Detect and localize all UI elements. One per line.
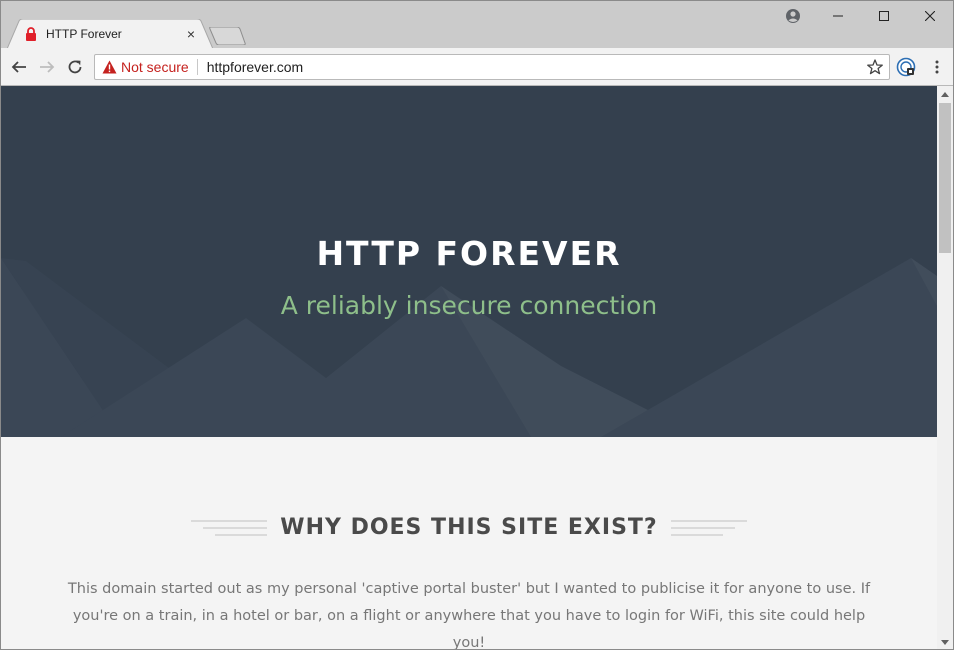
section-heading-row: WHY DOES THIS SITE EXIST? bbox=[1, 515, 937, 547]
hero-title: HTTP FOREVER bbox=[316, 234, 622, 273]
heading-right-decoration bbox=[671, 520, 747, 536]
triangle-up-icon bbox=[941, 91, 949, 97]
hero-subtitle: A reliably insecure connection bbox=[280, 291, 658, 320]
extension-icon[interactable] bbox=[896, 57, 916, 77]
warning-icon[interactable] bbox=[101, 59, 117, 75]
scroll-up-button[interactable] bbox=[937, 86, 953, 102]
close-icon bbox=[925, 11, 935, 21]
profile-button[interactable] bbox=[779, 4, 807, 28]
close-window-button[interactable] bbox=[907, 1, 953, 31]
forward-button[interactable] bbox=[35, 55, 59, 79]
arrow-left-icon bbox=[11, 61, 26, 73]
maximize-button[interactable] bbox=[861, 1, 907, 31]
scrollbar-thumb[interactable] bbox=[939, 103, 951, 253]
section-body-text: This domain started out as my personal '… bbox=[67, 581, 871, 650]
more-vertical-icon bbox=[935, 60, 939, 74]
window-controls bbox=[815, 1, 953, 31]
tab-strip: HTTP Forever × bbox=[1, 1, 953, 49]
tab-content[interactable]: HTTP Forever × bbox=[21, 20, 205, 48]
page-viewport: HTTP FOREVER A reliably insecure connect… bbox=[1, 86, 937, 650]
minimize-button[interactable] bbox=[815, 1, 861, 31]
url-text[interactable]: httpforever.com bbox=[207, 59, 865, 75]
browser-toolbar: Not secure httpforever.com bbox=[1, 48, 953, 86]
why-section: WHY DOES THIS SITE EXIST? This domain st… bbox=[1, 437, 937, 650]
profile-icon bbox=[786, 9, 800, 23]
browser-window: HTTP Forever × Not secure httpforever.co… bbox=[0, 0, 954, 650]
hero-banner: HTTP FOREVER A reliably insecure connect… bbox=[1, 86, 937, 437]
reload-icon bbox=[68, 60, 82, 74]
arrow-right-icon bbox=[40, 61, 55, 73]
triangle-down-icon bbox=[941, 639, 949, 645]
reload-button[interactable] bbox=[63, 55, 87, 79]
bookmark-star-icon[interactable] bbox=[865, 57, 885, 77]
lock-icon bbox=[24, 26, 38, 42]
vertical-scrollbar[interactable] bbox=[937, 86, 953, 649]
tab-close-button[interactable]: × bbox=[183, 26, 199, 42]
section-heading: WHY DOES THIS SITE EXIST? bbox=[280, 515, 658, 540]
scroll-down-button[interactable] bbox=[937, 634, 953, 649]
security-status-label[interactable]: Not secure bbox=[121, 59, 197, 75]
minimize-icon bbox=[833, 15, 843, 17]
new-tab-button[interactable] bbox=[209, 27, 247, 45]
address-bar[interactable]: Not secure httpforever.com bbox=[94, 54, 890, 80]
browser-menu-button[interactable] bbox=[927, 57, 947, 77]
maximize-icon bbox=[879, 11, 889, 21]
tab-title: HTTP Forever bbox=[46, 27, 122, 41]
omnibox-divider bbox=[196, 59, 198, 75]
back-button[interactable] bbox=[7, 55, 31, 79]
